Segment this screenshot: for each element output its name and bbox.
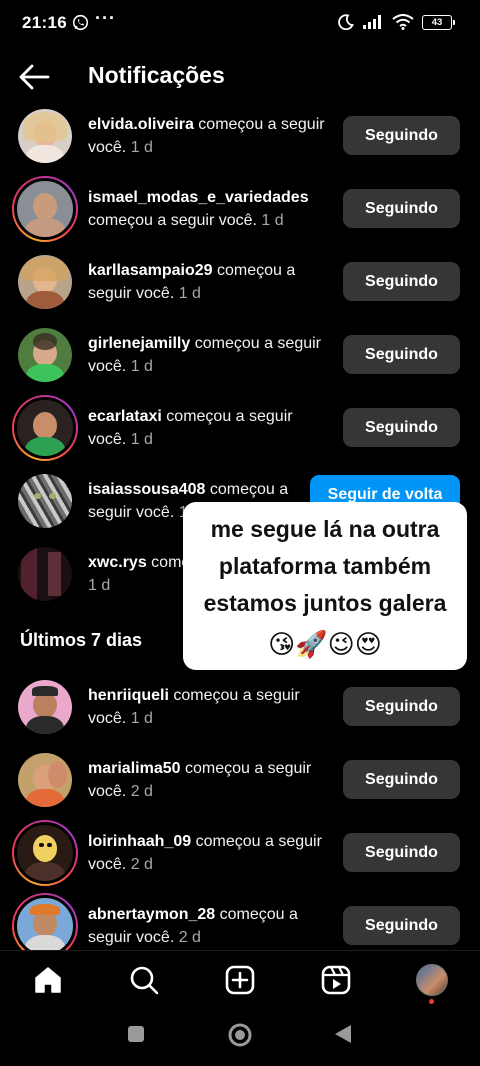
system-nav-bar (0, 1008, 480, 1066)
username[interactable]: loirinhaah_09 (88, 833, 191, 850)
notification-row[interactable]: ecarlataxi começou a seguir você. 1 d Se… (0, 392, 480, 465)
nav-search[interactable] (127, 963, 161, 997)
username[interactable]: xwc.rys (88, 554, 147, 571)
caption-line: plataforma também (218, 553, 432, 579)
notification-text: ismael_modas_e_variedades começou a segu… (88, 186, 333, 232)
status-time: 21:16 (22, 13, 67, 32)
notification-row[interactable]: girlenejamilly começou a seguir você. 1 … (0, 319, 480, 392)
caption-emojis: 😘🚀😉😍 (268, 624, 382, 664)
timestamp: 1 d (174, 285, 201, 302)
notification-row[interactable]: loirinhaah_09 começou a seguir você. 2 d… (0, 817, 480, 890)
following-button[interactable]: Seguindo (343, 408, 460, 447)
timestamp: 2 d (174, 929, 201, 946)
notification-text: elvida.oliveira começou a seguir você. 1… (88, 113, 333, 159)
caption-line: me segue lá na outra (210, 516, 440, 542)
section-title-last-7-days: Últimos 7 dias (20, 630, 143, 650)
following-button[interactable]: Seguindo (343, 189, 460, 228)
arrow-left-icon[interactable] (18, 63, 50, 91)
timestamp: 2 d (126, 783, 153, 800)
following-button[interactable]: Seguindo (343, 116, 460, 155)
notification-text: marialima50 começou a seguir você. 2 d (88, 757, 333, 803)
nav-reels[interactable] (319, 963, 353, 997)
timestamp: 1 d (126, 139, 153, 156)
avatar[interactable] (12, 322, 78, 388)
nav-profile[interactable] (415, 963, 449, 1004)
timestamp: 1 d (88, 577, 111, 594)
notification-dot (429, 999, 434, 1004)
bottom-nav (0, 950, 480, 1008)
notification-text: abnertaymon_28 começou a seguir você. 2 … (88, 903, 333, 949)
username[interactable]: ecarlataxi (88, 408, 162, 425)
following-button[interactable]: Seguindo (343, 262, 460, 301)
following-button[interactable]: Seguindo (343, 760, 460, 799)
plus-square-icon (225, 965, 255, 995)
avatar[interactable] (12, 395, 78, 461)
avatar[interactable] (12, 103, 78, 169)
reels-icon (321, 965, 351, 995)
username[interactable]: ismael_modas_e_variedades (88, 189, 309, 206)
action-text: começou a seguir você. (88, 212, 257, 229)
page-title: Notificações (88, 62, 225, 88)
home-icon (35, 967, 61, 993)
home-circle-icon[interactable] (227, 1022, 253, 1048)
notification-text: ecarlataxi começou a seguir você. 1 d (88, 405, 333, 451)
timestamp: 1 d (256, 212, 284, 229)
wifi-icon (392, 14, 414, 30)
notification-text: loirinhaah_09 começou a seguir você. 2 d (88, 830, 333, 876)
avatar[interactable] (12, 541, 78, 607)
battery-icon: 43 (422, 14, 455, 30)
avatar[interactable] (12, 674, 78, 740)
notification-row[interactable]: ismael_modas_e_variedades começou a segu… (0, 173, 480, 246)
header: Notificações (0, 52, 480, 102)
username[interactable]: abnertaymon_28 (88, 906, 215, 923)
username[interactable]: marialima50 (88, 760, 181, 777)
notification-text: girlenejamilly começou a seguir você. 1 … (88, 332, 333, 378)
username[interactable]: isaiassousa408 (88, 481, 205, 498)
notification-row[interactable]: abnertaymon_28 começou a seguir você. 2 … (0, 890, 480, 950)
recents-icon[interactable] (126, 1024, 146, 1044)
avatar[interactable] (12, 468, 78, 534)
whatsapp-icon (72, 14, 89, 31)
search-icon (130, 966, 159, 995)
following-button[interactable]: Seguindo (343, 906, 460, 945)
caption-overlay: me segue lá na outra plataforma também e… (183, 502, 467, 670)
username[interactable]: girlenejamilly (88, 335, 190, 352)
signal-icon (363, 15, 381, 29)
notification-row[interactable]: marialima50 começou a seguir você. 2 d S… (0, 744, 480, 817)
username[interactable]: karllasampaio29 (88, 262, 213, 279)
timestamp: 1 d (126, 431, 153, 448)
back-triangle-icon[interactable] (333, 1024, 353, 1044)
timestamp: 1 d (126, 710, 153, 727)
profile-avatar (416, 964, 448, 996)
notification-dots: ··· (95, 8, 116, 28)
notification-row[interactable]: henriiqueli começou a seguir você. 1 d S… (0, 671, 480, 744)
avatar[interactable] (12, 249, 78, 315)
avatar[interactable] (12, 893, 78, 950)
username[interactable]: elvida.oliveira (88, 116, 194, 133)
avatar[interactable] (12, 820, 78, 886)
moon-icon (338, 14, 354, 30)
following-button[interactable]: Seguindo (343, 335, 460, 374)
username[interactable]: henriiqueli (88, 687, 169, 704)
status-bar: 21:16 ··· 43 (0, 0, 480, 46)
nav-home[interactable] (31, 963, 65, 997)
notification-text: henriiqueli começou a seguir você. 1 d (88, 684, 333, 730)
notification-row[interactable]: elvida.oliveira começou a seguir você. 1… (0, 100, 480, 173)
following-button[interactable]: Seguindo (343, 833, 460, 872)
caption-line: estamos juntos galera (203, 590, 447, 616)
notification-row[interactable]: karllasampaio29 começou a seguir você. 1… (0, 246, 480, 319)
avatar[interactable] (12, 747, 78, 813)
timestamp: 1 d (126, 358, 153, 375)
notification-text: karllasampaio29 começou a seguir você. 1… (88, 259, 333, 305)
avatar[interactable] (12, 176, 78, 242)
battery-level: 43 (431, 16, 443, 28)
timestamp: 2 d (126, 856, 153, 873)
nav-create[interactable] (223, 963, 257, 997)
following-button[interactable]: Seguindo (343, 687, 460, 726)
